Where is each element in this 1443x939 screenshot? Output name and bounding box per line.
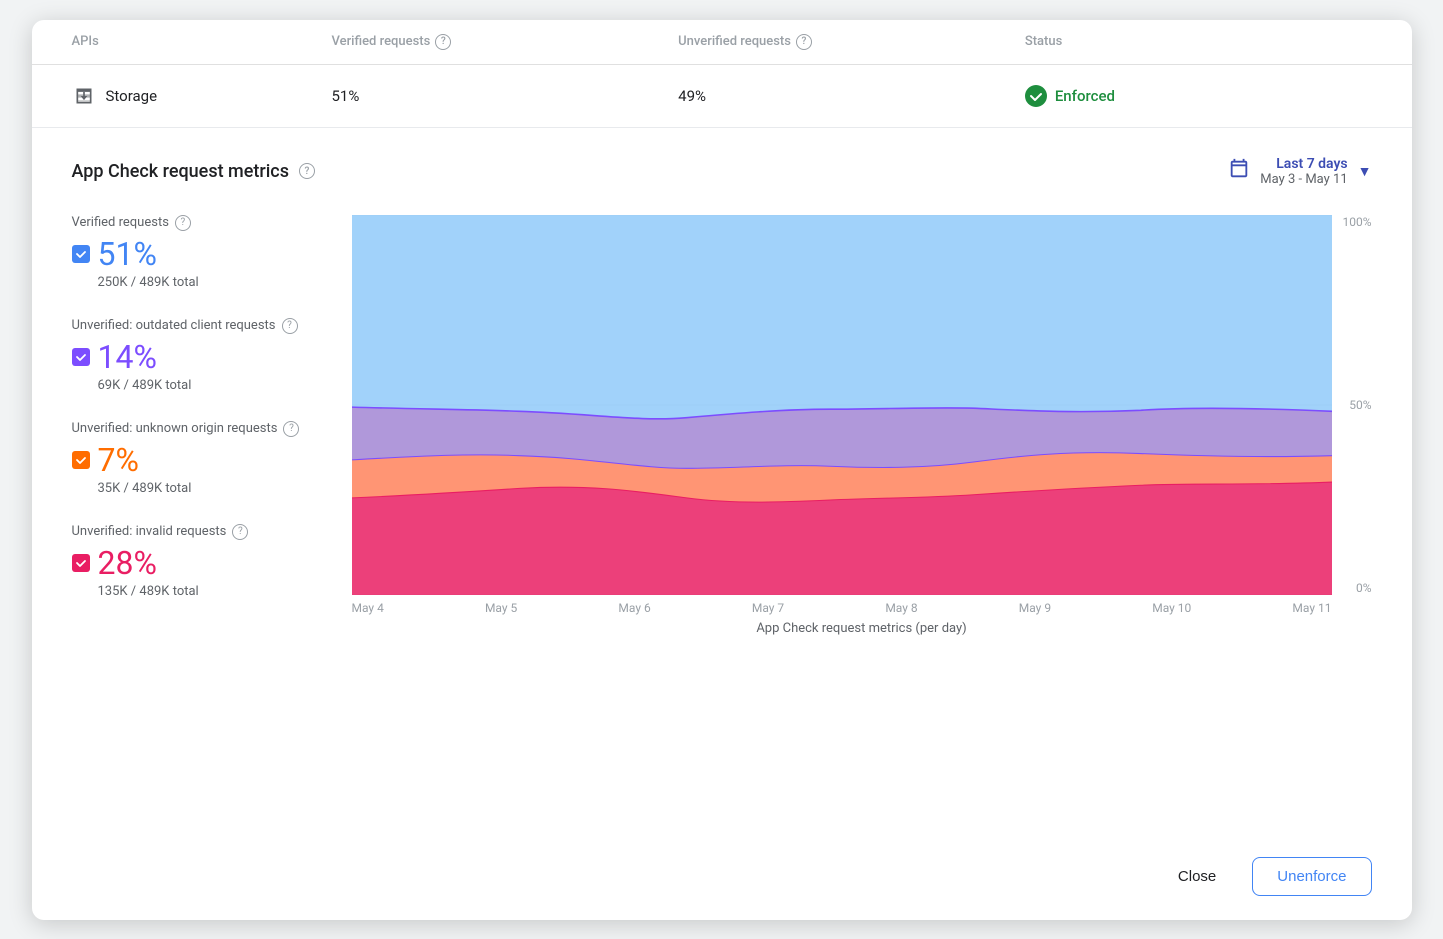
col-unverified: Unverified requests ? [678, 34, 1025, 50]
col-unverified-label: Unverified requests [678, 34, 791, 49]
invalid-label-text: Unverified: invalid requests [72, 524, 227, 539]
metrics-section: App Check request metrics ? Last 7 days … [32, 128, 1412, 841]
legend-panel: Verified requests ? 51% 250K / 489K tota… [72, 215, 312, 636]
invalid-total: 135K / 489K total [98, 584, 312, 599]
chart-x-labels: May 4 May 5 May 6 May 7 May 8 May 9 May … [352, 595, 1332, 615]
unenforce-button[interactable]: Unenforce [1252, 857, 1371, 896]
date-range-sub: May 3 - May 11 [1260, 172, 1347, 187]
legend-item-invalid: Unverified: invalid requests ? 28% 135K … [72, 524, 312, 599]
x-label-may5: May 5 [485, 601, 517, 615]
status-label: Enforced [1055, 87, 1115, 105]
verified-label-text: Verified requests [72, 215, 169, 230]
table-row: Storage 51% 49% Enforced [32, 65, 1412, 128]
metrics-help-icon[interactable]: ? [299, 163, 315, 179]
unknown-legend-help-icon[interactable]: ? [283, 421, 299, 437]
status-cell: Enforced [1025, 85, 1372, 107]
y-label-0: 0% [1336, 581, 1372, 595]
unverified-help-icon[interactable]: ? [796, 34, 812, 50]
legend-item-unknown: Unverified: unknown origin requests ? 7%… [72, 421, 312, 496]
x-label-may10: May 10 [1152, 601, 1191, 615]
invalid-pct-value: 28% [98, 544, 157, 582]
outdated-pct-value: 14% [98, 338, 157, 376]
storage-icon [72, 86, 96, 106]
y-label-100: 100% [1336, 215, 1372, 229]
dialog: APIs Verified requests ? Unverified requ… [32, 20, 1412, 920]
outdated-legend-help-icon[interactable]: ? [282, 318, 298, 334]
legend-item-verified: Verified requests ? 51% 250K / 489K tota… [72, 215, 312, 290]
x-label-may7: May 7 [752, 601, 784, 615]
verified-legend-help-icon[interactable]: ? [175, 215, 191, 231]
api-cell: Storage [72, 86, 332, 106]
verified-total: 250K / 489K total [98, 275, 312, 290]
unknown-label-text: Unverified: unknown origin requests [72, 421, 278, 436]
outdated-label-text: Unverified: outdated client requests [72, 318, 276, 333]
x-label-may8: May 8 [885, 601, 917, 615]
dialog-footer: Close Unenforce [32, 841, 1412, 920]
api-name: Storage [106, 87, 158, 105]
col-apis-label: APIs [72, 34, 99, 49]
legend-item-outdated: Unverified: outdated client requests ? 1… [72, 318, 312, 393]
x-label-may9: May 9 [1019, 601, 1051, 615]
date-range-picker[interactable]: Last 7 days May 3 - May 11 ▼ [1228, 156, 1371, 187]
date-range-label: Last 7 days [1260, 156, 1347, 172]
legend-label-unknown: Unverified: unknown origin requests ? [72, 421, 312, 437]
legend-label-outdated: Unverified: outdated client requests ? [72, 318, 312, 334]
verified-pct: 51% [332, 87, 679, 105]
x-label-may11: May 11 [1292, 601, 1331, 615]
area-chart [352, 215, 1332, 595]
table-header: APIs Verified requests ? Unverified requ… [32, 20, 1412, 65]
unknown-pct-value: 7% [98, 441, 139, 479]
col-verified: Verified requests ? [332, 34, 679, 50]
legend-label-verified: Verified requests ? [72, 215, 312, 231]
chart-area-verified [352, 215, 1332, 419]
metrics-header: App Check request metrics ? Last 7 days … [72, 156, 1372, 187]
metrics-body: Verified requests ? 51% 250K / 489K tota… [72, 215, 1372, 636]
legend-label-invalid: Unverified: invalid requests ? [72, 524, 312, 540]
verified-checkbox[interactable] [72, 245, 90, 263]
outdated-total: 69K / 489K total [98, 378, 312, 393]
calendar-icon [1228, 158, 1250, 185]
verified-pct-value: 51% [98, 235, 157, 273]
metrics-title-text: App Check request metrics [72, 161, 289, 182]
outdated-checkbox[interactable] [72, 348, 90, 366]
col-verified-label: Verified requests [332, 34, 431, 49]
unknown-total: 35K / 489K total [98, 481, 312, 496]
chart-caption: App Check request metrics (per day) [352, 621, 1372, 636]
invalid-legend-help-icon[interactable]: ? [232, 524, 248, 540]
chevron-down-icon: ▼ [1358, 163, 1372, 180]
col-apis: APIs [72, 34, 332, 50]
chart-panel: 100% 50% 0% [352, 215, 1372, 636]
unknown-checkbox[interactable] [72, 451, 90, 469]
unverified-pct: 49% [678, 87, 1025, 105]
y-label-50: 50% [1336, 398, 1372, 412]
enforced-check-icon [1025, 85, 1047, 107]
metrics-title-container: App Check request metrics ? [72, 161, 315, 182]
col-status-label: Status [1025, 34, 1062, 49]
date-range-text: Last 7 days May 3 - May 11 [1260, 156, 1347, 187]
x-label-may6: May 6 [618, 601, 650, 615]
x-label-may4: May 4 [352, 601, 384, 615]
invalid-checkbox[interactable] [72, 554, 90, 572]
verified-help-icon[interactable]: ? [435, 34, 451, 50]
close-button[interactable]: Close [1158, 858, 1236, 895]
chart-container: 100% 50% 0% [352, 215, 1372, 595]
col-status: Status [1025, 34, 1372, 50]
